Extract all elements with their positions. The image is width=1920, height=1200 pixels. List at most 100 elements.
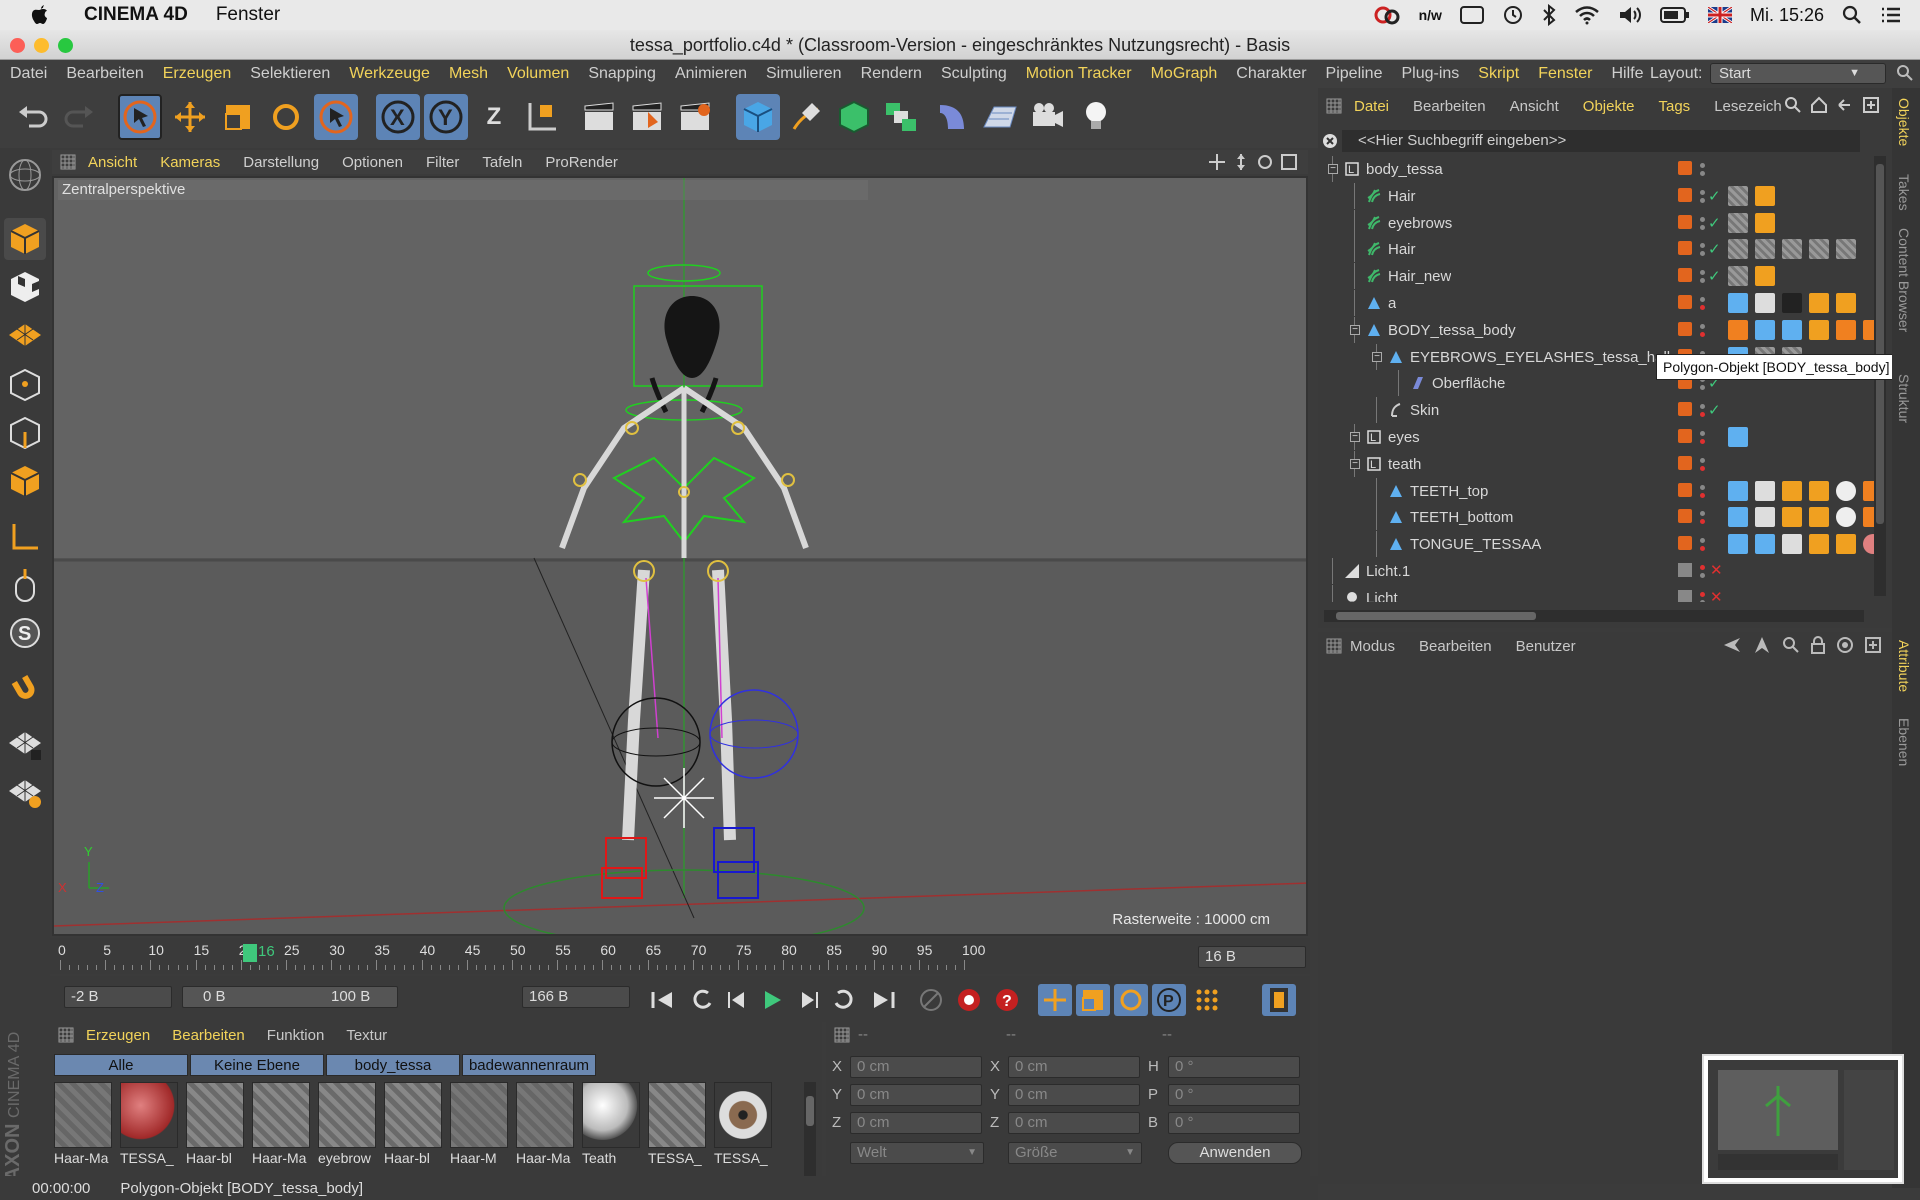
object-row[interactable]: − Lteath [1326, 450, 1872, 477]
render-settings-button[interactable] [674, 94, 718, 140]
timeline-ruler[interactable]: 0510152025303540455055606570758085909510… [50, 938, 1310, 974]
material-item[interactable]: Haar-bl [186, 1082, 246, 1182]
object-tag-icon[interactable] [1755, 293, 1775, 313]
material-item[interactable]: TESSA_ [714, 1082, 774, 1182]
size-z-field[interactable]: 0 cm [1008, 1112, 1140, 1134]
side-tab-takes[interactable]: Takes [1896, 174, 1912, 211]
apple-icon[interactable] [28, 4, 50, 26]
screenshot-thumbnail[interactable] [1702, 1054, 1904, 1184]
rotation-h-field[interactable]: 0 ° [1168, 1056, 1300, 1078]
layout-select[interactable]: Start ▼ [1710, 63, 1886, 84]
menu-selektieren[interactable]: Selektieren [250, 65, 330, 83]
layer-color-swatch[interactable] [1678, 268, 1692, 283]
up-arrow-icon[interactable] [1752, 636, 1772, 654]
workplane-mode-button[interactable] [4, 314, 46, 356]
object-tag-icon[interactable] [1755, 266, 1775, 287]
vp-menu-ansicht[interactable]: Ansicht [88, 154, 137, 171]
object-tag-icon[interactable] [1782, 534, 1802, 555]
position-y-field[interactable]: 0 cm [850, 1084, 982, 1106]
menu-sculpting[interactable]: Sculpting [941, 65, 1007, 83]
mat-tab-body-tessa[interactable]: body_tessa [326, 1054, 460, 1076]
object-row[interactable]: − Lbody_tessa [1326, 156, 1872, 182]
clear-search-icon[interactable] [1322, 133, 1338, 149]
volume-icon[interactable] [1618, 5, 1642, 25]
material-item[interactable]: eyebrow [318, 1082, 378, 1182]
object-row[interactable]: Hair ✓ [1326, 236, 1872, 263]
render-visibility-dot[interactable] [1700, 305, 1705, 310]
editor-visibility-dot[interactable] [1700, 511, 1705, 517]
editor-visibility-dot[interactable] [1700, 457, 1705, 463]
move-tool-button[interactable] [168, 94, 212, 140]
object-tag-icon[interactable] [1809, 534, 1829, 555]
position-z-field[interactable]: 0 cm [850, 1112, 982, 1134]
close-window-button[interactable] [10, 38, 25, 53]
menu-datei[interactable]: Datei [10, 65, 47, 83]
camera-button[interactable] [1026, 94, 1070, 140]
playhead[interactable] [243, 944, 257, 962]
rotation-b-field[interactable]: 0 ° [1168, 1112, 1300, 1134]
enabled-check-icon[interactable]: ✓ [1708, 240, 1721, 258]
layer-color-swatch[interactable] [1678, 536, 1692, 551]
coord-mode-select[interactable]: Welt ▼ [850, 1142, 984, 1164]
object-tag-icon[interactable] [1728, 427, 1748, 447]
floor-button[interactable] [978, 94, 1022, 140]
undo-button[interactable] [10, 94, 54, 140]
prev-frame-button[interactable] [720, 984, 754, 1016]
texture-mode-button[interactable] [4, 266, 46, 308]
enabled-check-icon[interactable]: ✓ [1708, 267, 1721, 285]
enabled-check-icon[interactable]: ✓ [1708, 401, 1721, 419]
menu-bearbeiten[interactable]: Bearbeiten [66, 65, 143, 83]
new-panel-icon[interactable] [1862, 96, 1880, 114]
model-mode-button[interactable] [4, 218, 46, 260]
expand-toggle[interactable]: − [1372, 351, 1382, 362]
end-frame-field[interactable]: 16 B [1198, 946, 1306, 968]
spline-pen-button[interactable] [784, 94, 828, 140]
wifi-icon[interactable] [1574, 5, 1600, 25]
menu-fenster[interactable]: Fenster [1538, 65, 1592, 83]
obj-menu-tags[interactable]: Tags [1659, 98, 1691, 115]
zoom-window-button[interactable] [58, 38, 73, 53]
mat-menu-textur[interactable]: Textur [346, 1027, 387, 1044]
editor-visibility-dot[interactable] [1700, 538, 1705, 544]
render-visibility-dot[interactable] [1700, 492, 1705, 498]
object-tag-icon[interactable] [1782, 319, 1802, 340]
light-button[interactable] [1074, 94, 1118, 140]
material-item[interactable]: Haar-M [450, 1082, 510, 1182]
key-scale-button[interactable] [1076, 984, 1110, 1016]
new-panel-icon[interactable] [1864, 636, 1882, 654]
menu-animieren[interactable]: Animieren [675, 65, 747, 83]
layer-color-swatch[interactable] [1678, 187, 1692, 202]
cube-object-button[interactable] [736, 94, 780, 140]
editor-visibility-dot[interactable] [1700, 404, 1705, 410]
editor-visibility-dot[interactable] [1700, 323, 1705, 329]
layer-color-swatch[interactable] [1678, 402, 1692, 417]
time-machine-icon[interactable] [1502, 4, 1524, 26]
layer-color-swatch[interactable] [1678, 295, 1692, 309]
object-tag-icon[interactable] [1836, 480, 1856, 501]
menu-werkzeuge[interactable]: Werkzeuge [349, 65, 430, 83]
preview-range-slider[interactable]: 0 B 100 B [182, 986, 398, 1008]
vp-menu-filter[interactable]: Filter [426, 154, 459, 171]
menu-skript[interactable]: Skript [1478, 65, 1519, 83]
live-selection-button[interactable] [118, 94, 162, 140]
object-tag-icon[interactable] [1809, 480, 1829, 501]
material-item[interactable]: TESSA_ [120, 1082, 180, 1182]
object-row[interactable]: eyebrows ✓ [1326, 209, 1872, 236]
key-rotation-button[interactable] [1114, 984, 1148, 1016]
menu-rendern[interactable]: Rendern [861, 65, 922, 83]
render-visibility-dot[interactable] [1700, 171, 1705, 176]
editor-visibility-dot[interactable] [1700, 163, 1705, 168]
render-visibility-dot[interactable] [1700, 439, 1705, 444]
panel-grip-icon[interactable] [1326, 98, 1342, 114]
object-tag-icon[interactable] [1836, 507, 1856, 528]
back-arrow-icon[interactable] [1722, 636, 1742, 654]
editor-visibility-dot[interactable] [1700, 297, 1705, 302]
object-row[interactable]: Hair ✓ [1326, 182, 1872, 209]
material-item[interactable]: Haar-Ma [516, 1082, 576, 1182]
mat-tab-badewannenraum[interactable]: badewannenraum [462, 1054, 596, 1076]
menu-mograph[interactable]: MoGraph [1151, 65, 1218, 83]
object-tag-icon[interactable] [1728, 480, 1748, 501]
render-view-button[interactable] [578, 94, 622, 140]
next-frame-button[interactable] [792, 984, 826, 1016]
app-name[interactable]: CINEMA 4D [84, 4, 188, 26]
